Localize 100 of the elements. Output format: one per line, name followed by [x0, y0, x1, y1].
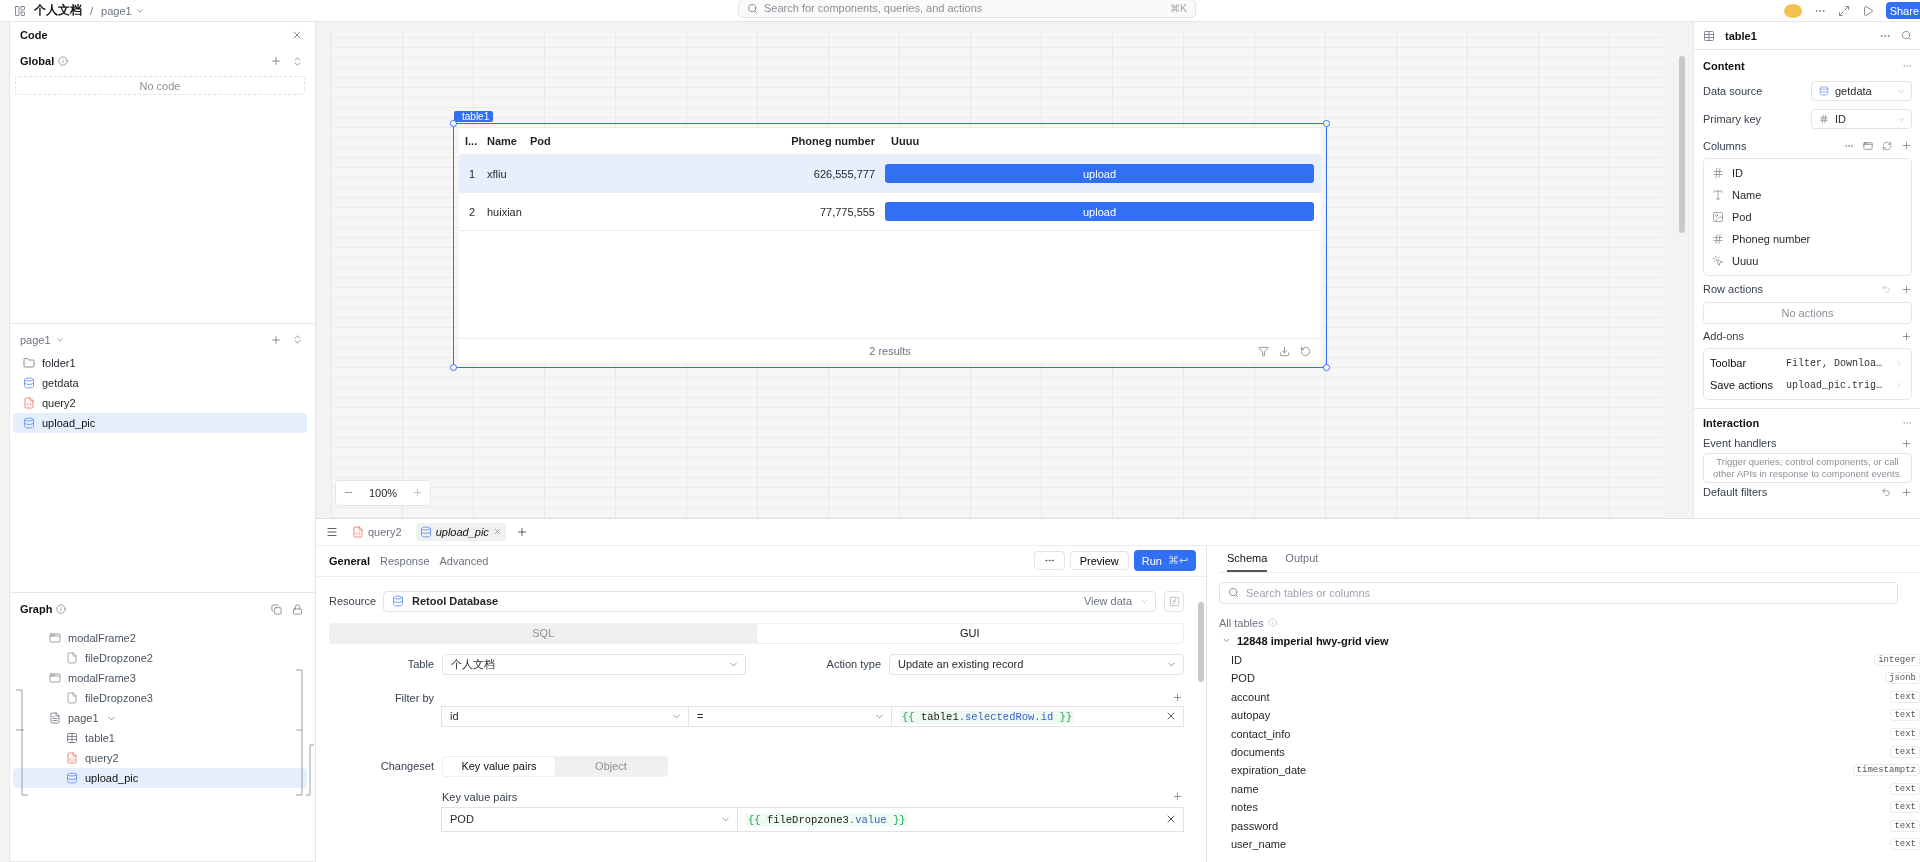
graph-node[interactable]: modalFrame2: [13, 628, 307, 649]
add-icon[interactable]: [1901, 283, 1912, 295]
graph-node[interactable]: page1: [13, 708, 307, 729]
schema-column[interactable]: ID integer: [1219, 650, 1920, 670]
mode-tab[interactable]: GUI: [756, 623, 1183, 643]
close-icon[interactable]: [291, 29, 303, 41]
column-header[interactable]: I...: [459, 135, 481, 147]
search-input[interactable]: Search for components, queries, and actions: [764, 2, 1165, 14]
schema-table[interactable]: 12848 imperial hwy-grid view: [1219, 630, 1920, 651]
addon-item[interactable]: Save actions upload_pic.trig…: [1704, 374, 1911, 396]
search-icon[interactable]: [1901, 30, 1912, 41]
refresh-icon[interactable]: [1300, 345, 1311, 357]
lock-icon[interactable]: [292, 603, 303, 615]
scrollbar[interactable]: [1679, 56, 1685, 233]
add-icon[interactable]: [1901, 140, 1912, 151]
section-tab[interactable]: Advanced: [439, 554, 489, 567]
schema-column[interactable]: autopay text: [1219, 706, 1920, 725]
column-header[interactable]: Phoneg number: [755, 135, 885, 147]
operator-select[interactable]: =: [688, 705, 892, 727]
schema-column[interactable]: name text: [1219, 779, 1920, 798]
resource-select[interactable]: Retool Database View data: [383, 590, 1156, 612]
addon-item[interactable]: Toolbar Filter, Downloa…: [1704, 352, 1911, 374]
undo-icon[interactable]: [1881, 284, 1891, 294]
schema-column[interactable]: documents text: [1219, 742, 1920, 762]
add-icon[interactable]: [1172, 791, 1183, 803]
layout-icon[interactable]: [14, 4, 26, 17]
collapse-icon[interactable]: [292, 334, 303, 346]
function-button[interactable]: [1164, 590, 1184, 612]
add-icon[interactable]: [1901, 486, 1912, 498]
scrollbar[interactable]: [1198, 601, 1204, 682]
query-item[interactable]: folder1: [13, 352, 307, 373]
query-item[interactable]: getdata: [13, 372, 307, 393]
section-tab[interactable]: Response: [379, 554, 430, 567]
graph-node[interactable]: fileDropzone3: [13, 688, 307, 709]
expand-icon[interactable]: [1837, 4, 1850, 17]
menu-icon[interactable]: [326, 525, 338, 538]
table-select[interactable]: 个人文档: [442, 653, 746, 675]
schema-column[interactable]: expiration_date timestamptz: [1219, 761, 1920, 780]
column-item[interactable]: Name: [1704, 184, 1911, 206]
zoom-in-icon[interactable]: [411, 487, 423, 499]
primary-key-select[interactable]: ID: [1811, 109, 1912, 129]
key-select[interactable]: POD: [441, 806, 738, 832]
graph-node[interactable]: fileDropzone2: [13, 648, 307, 669]
query-tab[interactable]: upload_pic: [415, 522, 506, 541]
add-icon[interactable]: [1901, 437, 1912, 449]
query-item[interactable]: upload_pic: [13, 412, 307, 433]
add-icon[interactable]: [515, 525, 528, 538]
add-icon[interactable]: [1172, 692, 1183, 704]
page-selector[interactable]: page1: [101, 4, 145, 17]
add-icon[interactable]: [1901, 330, 1912, 342]
schema-column[interactable]: user_name text: [1219, 834, 1920, 854]
share-button[interactable]: Share: [1885, 2, 1920, 19]
run-button[interactable]: Run ⌘↩: [1133, 550, 1196, 572]
changeset-tab[interactable]: Key value pairs: [443, 756, 555, 776]
column-item[interactable]: Uuuu: [1704, 250, 1911, 272]
graph-node[interactable]: modalFrame3: [13, 668, 307, 689]
component-label[interactable]: table1: [454, 111, 494, 122]
avatar[interactable]: [1783, 3, 1802, 18]
schema-column[interactable]: account text: [1219, 687, 1920, 706]
column-header[interactable]: Pod: [524, 135, 755, 147]
table-row[interactable]: 1 xfliu 626,555,777 upload: [459, 155, 1321, 193]
graph-node[interactable]: query2: [13, 748, 307, 769]
column-item[interactable]: Pod: [1704, 206, 1911, 228]
graph-node[interactable]: upload_pic: [13, 768, 307, 789]
window-icon[interactable]: [1863, 140, 1873, 151]
add-icon[interactable]: [270, 333, 282, 346]
schema-column[interactable]: POD jsonb: [1219, 669, 1920, 688]
collapse-icon[interactable]: [292, 55, 303, 67]
column-header[interactable]: Uuuu: [885, 135, 1314, 147]
column-select[interactable]: id: [441, 705, 689, 727]
page-dropdown[interactable]: page1: [20, 333, 65, 346]
schema-column[interactable]: contact_info text: [1219, 724, 1920, 743]
column-item[interactable]: Phoneg number: [1704, 228, 1911, 250]
column-header[interactable]: Name: [481, 135, 524, 147]
search-input[interactable]: Search tables or columns: [1246, 586, 1889, 599]
refresh-icon[interactable]: [1882, 140, 1892, 151]
play-icon[interactable]: [1861, 4, 1874, 17]
upload-button[interactable]: upload: [885, 202, 1314, 221]
value-field[interactable]: {{ table1.selectedRow.id }}: [891, 705, 1184, 727]
download-icon[interactable]: [1279, 345, 1290, 357]
column-item[interactable]: ID: [1704, 162, 1911, 184]
query-tab[interactable]: query2: [348, 522, 406, 541]
undo-icon[interactable]: [1881, 487, 1891, 497]
query-item[interactable]: query2: [13, 392, 307, 413]
schema-tab[interactable]: Schema: [1227, 545, 1268, 572]
data-source-select[interactable]: getdata: [1811, 81, 1912, 101]
value-field[interactable]: {{ fileDropzone3.value }}: [737, 806, 1184, 832]
schema-search-field[interactable]: Search tables or columns: [1219, 581, 1898, 604]
close-icon[interactable]: [492, 527, 502, 537]
schema-column[interactable]: password text: [1219, 816, 1920, 835]
preview-button[interactable]: Preview: [1069, 551, 1129, 571]
schema-tab[interactable]: Output: [1285, 545, 1319, 572]
app-name[interactable]: 个人文档: [34, 2, 82, 19]
upload-button[interactable]: upload: [885, 164, 1314, 183]
action-type-select[interactable]: Update an existing record: [889, 653, 1184, 675]
schema-column[interactable]: notes text: [1219, 797, 1920, 817]
add-icon[interactable]: [270, 55, 282, 67]
copy-icon[interactable]: [271, 603, 282, 615]
filter-icon[interactable]: [1258, 345, 1269, 357]
section-tab[interactable]: General: [329, 554, 370, 567]
